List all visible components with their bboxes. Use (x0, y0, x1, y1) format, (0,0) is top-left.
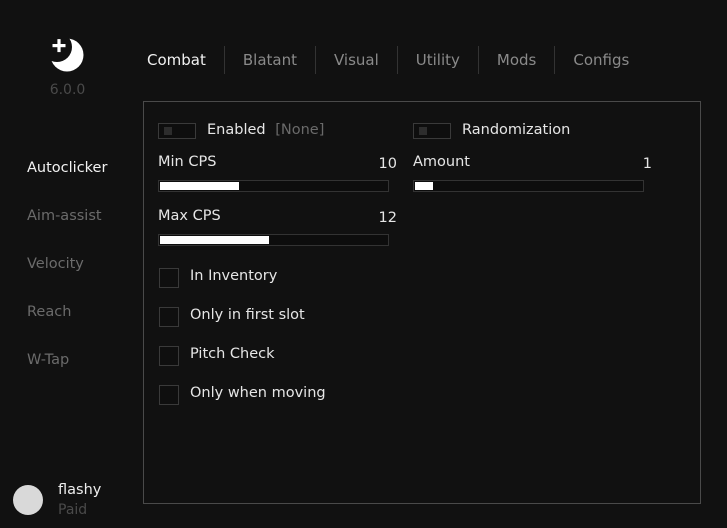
sidebar-item-velocity[interactable]: Velocity (27, 256, 84, 272)
moon-plus-icon (50, 38, 84, 72)
enabled-label: Enabled [None] (207, 122, 324, 138)
app-version: 6.0.0 (49, 82, 86, 98)
module-settings-panel: Enabled [None] Randomization Min CPS 10 … (143, 101, 701, 504)
tab-blatant[interactable]: Blatant (243, 51, 297, 69)
in-inventory-label: In Inventory (190, 268, 278, 284)
tab-mods[interactable]: Mods (497, 51, 536, 69)
max-cps-value: 12 (378, 210, 397, 226)
pitch-check-checkbox[interactable] (159, 346, 179, 366)
min-cps-label: Min CPS (158, 154, 217, 170)
max-cps-label: Max CPS (158, 208, 221, 224)
tab-divider (477, 46, 479, 74)
slider-fill (415, 182, 433, 190)
avatar[interactable] (13, 485, 43, 515)
amount-slider[interactable] (413, 180, 644, 192)
pitch-check-label: Pitch Check (190, 346, 275, 362)
sidebar-item-autoclicker[interactable]: Autoclicker (27, 160, 107, 176)
tab-utility[interactable]: Utility (416, 51, 460, 69)
sidebar-item-reach[interactable]: Reach (27, 304, 71, 320)
amount-label: Amount (413, 154, 470, 170)
min-cps-value: 10 (378, 156, 397, 172)
enabled-toggle[interactable] (158, 123, 196, 139)
toggle-knob (419, 127, 427, 135)
amount-value: 1 (642, 156, 652, 172)
user-tier: Paid (58, 502, 88, 518)
tab-divider (554, 46, 556, 74)
in-inventory-checkbox[interactable] (159, 268, 179, 288)
toggle-knob (164, 127, 172, 135)
only-when-moving-label: Only when moving (190, 385, 326, 401)
keybind-button[interactable]: [None] (275, 122, 324, 138)
user-name: flashy (58, 482, 102, 498)
category-tabs: Combat Blatant Visual Utility Mods Confi… (147, 46, 629, 74)
only-first-slot-checkbox[interactable] (159, 307, 179, 327)
randomization-label: Randomization (462, 122, 571, 138)
tab-configs[interactable]: Configs (573, 51, 629, 69)
randomization-toggle[interactable] (413, 123, 451, 139)
slider-fill (160, 182, 239, 190)
tab-combat[interactable]: Combat (147, 51, 206, 69)
tab-visual[interactable]: Visual (334, 51, 379, 69)
tab-divider (223, 46, 225, 74)
sidebar: 6.0.0 Autoclicker Aim-assist Velocity Re… (0, 0, 135, 528)
tab-divider (314, 46, 316, 74)
min-cps-slider[interactable] (158, 180, 389, 192)
only-first-slot-label: Only in first slot (190, 307, 305, 323)
sidebar-item-aim-assist[interactable]: Aim-assist (27, 208, 102, 224)
enabled-text: Enabled (207, 122, 266, 138)
sidebar-item-w-tap[interactable]: W-Tap (27, 352, 69, 368)
slider-fill (160, 236, 269, 244)
tab-divider (396, 46, 398, 74)
only-when-moving-checkbox[interactable] (159, 385, 179, 405)
max-cps-slider[interactable] (158, 234, 389, 246)
